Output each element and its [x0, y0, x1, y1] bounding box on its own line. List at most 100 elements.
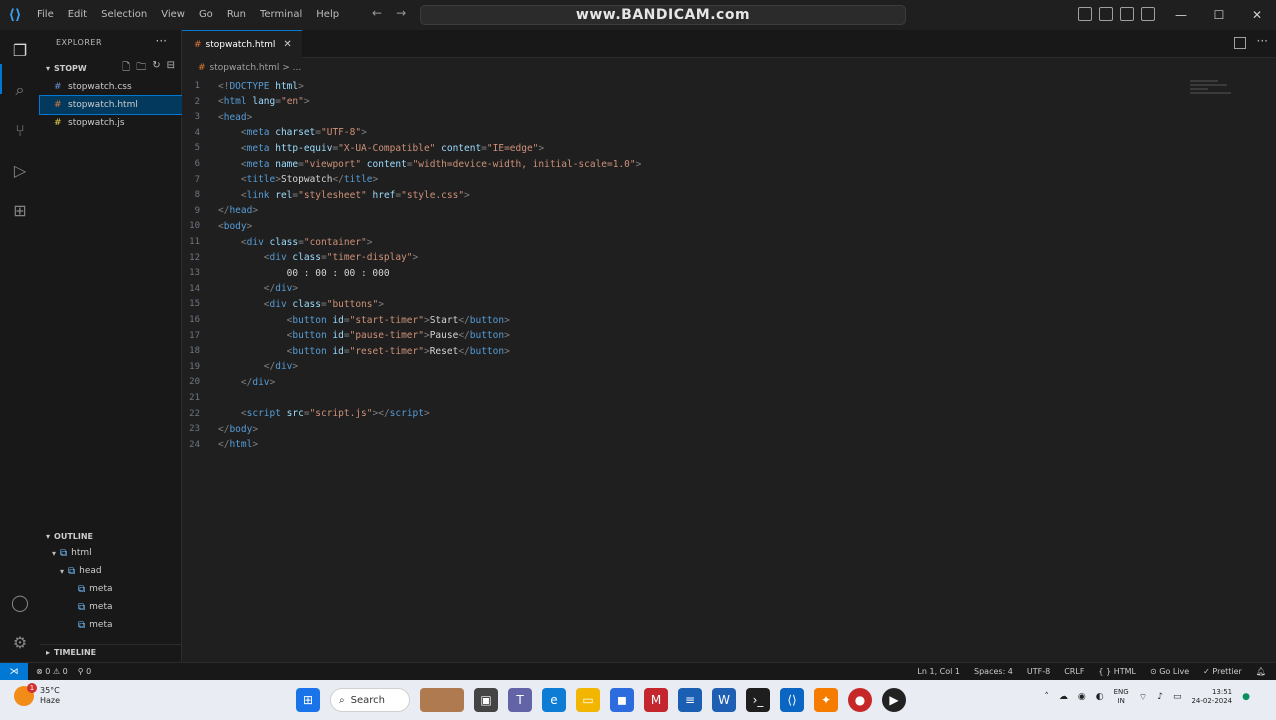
- show-hidden-icons-icon[interactable]: ˄: [1044, 692, 1049, 702]
- settings-gear-icon[interactable]: ⚙: [8, 630, 32, 654]
- code-line[interactable]: 18 <button id="reset-timer">Reset</butto…: [182, 343, 1182, 359]
- outline-item-meta[interactable]: ⧉ meta: [78, 580, 113, 598]
- back-arrow-icon[interactable]: ←: [372, 6, 382, 20]
- extensions-icon[interactable]: ⊞: [8, 198, 32, 222]
- outline-item-html[interactable]: ▾ ⧉ html: [52, 544, 92, 562]
- code-editor[interactable]: 1 <!DOCTYPE html> 2 <html lang="en"> 3 <head>…: [182, 78, 1276, 662]
- collapse-all-icon[interactable]: ⊟: [167, 60, 175, 77]
- task-view-icon[interactable]: ▣: [474, 688, 498, 712]
- code-line[interactable]: 5 <meta http-equiv="X-UA-Compatible" con…: [182, 140, 1182, 156]
- menu-view[interactable]: View: [154, 0, 192, 30]
- close-icon[interactable]: ✕: [283, 39, 291, 50]
- file-stopwatch-html[interactable]: # stopwatch.html: [39, 95, 183, 115]
- minimize-button[interactable]: —: [1162, 0, 1200, 30]
- menu-terminal[interactable]: Terminal: [253, 0, 309, 30]
- menu-edit[interactable]: Edit: [61, 0, 94, 30]
- language-indicator[interactable]: ENG IN: [1114, 688, 1129, 706]
- chrome-tray-icon[interactable]: ◉: [1078, 692, 1086, 702]
- code-line[interactable]: 20 </div>: [182, 374, 1182, 390]
- code-line[interactable]: 12 <div class="timer-display">: [182, 250, 1182, 266]
- indentation-status[interactable]: Spaces: 4: [974, 667, 1013, 676]
- copilot-icon[interactable]: ●: [1242, 692, 1250, 702]
- widget-image-icon[interactable]: [420, 688, 464, 712]
- cursor-position[interactable]: Ln 1, Col 1: [917, 667, 960, 676]
- outline-item-meta[interactable]: ⧉ meta: [78, 616, 113, 634]
- tab-stopwatch-html[interactable]: # stopwatch.html ✕: [182, 30, 302, 58]
- code-line[interactable]: 10 <body>: [182, 218, 1182, 234]
- more-actions-icon[interactable]: ···: [156, 34, 167, 48]
- tool-app-icon[interactable]: ✦: [814, 688, 838, 712]
- source-control-icon[interactable]: ⑂: [8, 118, 32, 142]
- bandicam-record-icon[interactable]: ●: [848, 688, 872, 712]
- menu-file[interactable]: File: [30, 0, 61, 30]
- explorer-icon[interactable]: ❐: [8, 38, 32, 62]
- file-stopwatch-css[interactable]: # stopwatch.css: [40, 78, 182, 96]
- notepad-icon[interactable]: ≡: [678, 688, 702, 712]
- close-button[interactable]: ✕: [1238, 0, 1276, 30]
- encoding-status[interactable]: UTF-8: [1027, 667, 1050, 676]
- minimap[interactable]: [1190, 78, 1236, 108]
- new-file-icon[interactable]: 🗋: [122, 60, 130, 77]
- media-player-icon[interactable]: ▶: [882, 688, 906, 712]
- wifi-icon[interactable]: ⌔: [1139, 692, 1147, 703]
- refresh-icon[interactable]: ↻: [152, 60, 160, 77]
- maximize-button[interactable]: ☐: [1200, 0, 1238, 30]
- outline-header[interactable]: ▾ OUTLINE: [40, 528, 182, 544]
- code-line[interactable]: 9 </head>: [182, 203, 1182, 219]
- accounts-icon[interactable]: ◯: [8, 590, 32, 614]
- word-icon[interactable]: W: [712, 688, 736, 712]
- language-mode[interactable]: { } HTML: [1098, 667, 1136, 676]
- toggle-panel-icon[interactable]: [1099, 7, 1113, 21]
- code-line[interactable]: 13 00 : 00 : 00 : 000: [182, 265, 1182, 281]
- taskbar-search[interactable]: ⌕ Search: [330, 688, 410, 712]
- tray-app-icon[interactable]: ◐: [1096, 692, 1104, 702]
- clock[interactable]: 13:51 24-02-2024: [1191, 688, 1232, 706]
- code-line[interactable]: 15 <div class="buttons">: [182, 296, 1182, 312]
- code-line[interactable]: 16 <button id="start-timer">Start</butto…: [182, 312, 1182, 328]
- outline-item-head[interactable]: ▾ ⧉ head: [60, 562, 102, 580]
- code-line[interactable]: 7 <title>Stopwatch</title>: [182, 172, 1182, 188]
- code-line[interactable]: 22 <script src="script.js"></script>: [182, 406, 1182, 422]
- new-folder-icon[interactable]: 🗀: [136, 60, 146, 77]
- toggle-primary-sidebar-icon[interactable]: [1078, 7, 1092, 21]
- eol-status[interactable]: CRLF: [1064, 667, 1084, 676]
- code-line[interactable]: 2 <html lang="en">: [182, 94, 1182, 110]
- network-widget-icon[interactable]: ☁: [1059, 692, 1068, 702]
- edge-browser-icon[interactable]: e: [542, 688, 566, 712]
- problems-status[interactable]: ⊗ 0 ⚠ 0: [36, 667, 68, 676]
- code-line[interactable]: 17 <button id="pause-timer">Pause</butto…: [182, 328, 1182, 344]
- breadcrumb-path[interactable]: stopwatch.html > ...: [210, 63, 302, 73]
- store-icon[interactable]: ◼: [610, 688, 634, 712]
- split-editor-icon[interactable]: [1234, 37, 1246, 49]
- teams-icon[interactable]: T: [508, 688, 532, 712]
- code-line[interactable]: 1 <!DOCTYPE html>: [182, 78, 1182, 94]
- forward-arrow-icon[interactable]: →: [396, 6, 406, 20]
- menu-selection[interactable]: Selection: [94, 0, 154, 30]
- menu-run[interactable]: Run: [220, 0, 253, 30]
- vertical-scrollbar[interactable]: [1266, 78, 1276, 662]
- notifications-bell-icon[interactable]: 🔔︎: [1256, 667, 1266, 676]
- search-icon[interactable]: ⌕: [8, 78, 32, 102]
- toggle-secondary-sidebar-icon[interactable]: [1120, 7, 1134, 21]
- remote-indicator-icon[interactable]: ⋊: [0, 662, 28, 681]
- run-debug-icon[interactable]: ▷: [8, 158, 32, 182]
- code-line[interactable]: 6 <meta name="viewport" content="width=d…: [182, 156, 1182, 172]
- more-actions-icon[interactable]: ···: [1257, 34, 1268, 48]
- mcafee-icon[interactable]: M: [644, 688, 668, 712]
- code-line[interactable]: 19 </div>: [182, 359, 1182, 375]
- timeline-header[interactable]: ▸ TIMELINE: [40, 644, 182, 660]
- code-line[interactable]: 14 </div>: [182, 281, 1182, 297]
- weather-widget[interactable]: 1 35°C Haze: [14, 683, 60, 706]
- file-stopwatch-js[interactable]: # stopwatch.js: [40, 114, 182, 132]
- battery-icon[interactable]: ▭: [1173, 692, 1182, 702]
- command-center[interactable]: www.BANDICAM.com: [420, 5, 906, 25]
- volume-icon[interactable]: ♪: [1157, 692, 1163, 702]
- menu-go[interactable]: Go: [192, 0, 220, 30]
- windows-start-icon[interactable]: ⊞: [296, 688, 320, 712]
- outline-item-meta[interactable]: ⧉ meta: [78, 598, 113, 616]
- code-line[interactable]: 3 <head>: [182, 109, 1182, 125]
- code-line[interactable]: 11 <div class="container">: [182, 234, 1182, 250]
- prettier-status[interactable]: ✓ Prettier: [1203, 667, 1242, 676]
- vscode-taskbar-icon[interactable]: ⟨⟩: [780, 688, 804, 712]
- code-line[interactable]: 4 <meta charset="UTF-8">: [182, 125, 1182, 141]
